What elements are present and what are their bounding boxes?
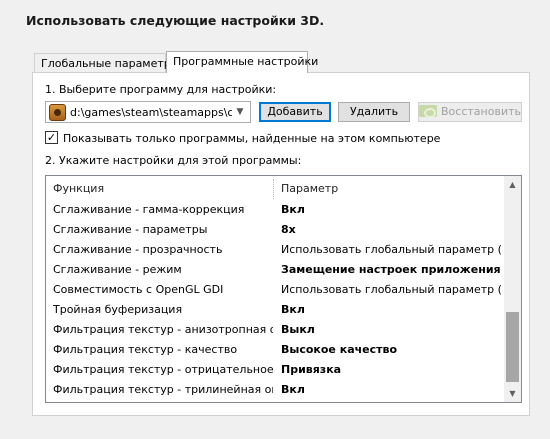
setting-feature: Сглаживание - прозрачность xyxy=(53,243,223,256)
column-divider xyxy=(273,179,274,199)
program-select-value: d:\games\steam\steamapps\co... xyxy=(70,106,232,119)
settings-list-header: Функция Параметр xyxy=(46,179,506,199)
setting-feature: Сглаживание - параметры xyxy=(53,223,208,236)
tab-program-settings[interactable]: Программные настройки xyxy=(166,51,318,73)
scroll-down-icon[interactable]: ▼ xyxy=(504,385,521,402)
setting-value[interactable]: Вкл xyxy=(281,203,501,216)
setting-value[interactable]: Высокое качество xyxy=(281,343,501,356)
program-settings-panel: 1. Выберите программу для настройки: d:\… xyxy=(32,72,530,416)
setting-value[interactable]: Использовать глобальный параметр (А... xyxy=(281,283,501,296)
setting-value[interactable]: Привязка xyxy=(281,363,501,376)
setting-value[interactable]: Выкл xyxy=(281,323,501,336)
setting-value[interactable]: Использовать глобальный параметр (В... xyxy=(281,243,501,256)
table-row[interactable]: Сглаживание - параметры 8x xyxy=(46,220,506,240)
restore-button-label: Восстановить xyxy=(441,105,521,118)
setting-value[interactable]: Вкл xyxy=(281,303,501,316)
program-settings-label: 2. Укажите настройки для этой программы: xyxy=(45,154,302,167)
setting-feature: Фильтрация текстур - анизотропная оп... xyxy=(53,323,273,336)
setting-feature: Сглаживание - режим xyxy=(53,263,182,276)
add-button[interactable]: Добавить xyxy=(259,102,331,122)
column-header-feature[interactable]: Функция xyxy=(53,182,273,195)
chevron-down-icon[interactable]: ▼ xyxy=(233,105,247,119)
page-heading: Использовать следующие настройки 3D. xyxy=(26,13,325,28)
remove-button[interactable]: Удалить xyxy=(338,102,410,122)
nvidia-icon xyxy=(419,105,438,118)
setting-feature: Тройная буферизация xyxy=(53,303,183,316)
table-row[interactable]: Фильтрация текстур - трилинейная опт... В… xyxy=(46,380,506,400)
setting-feature: Фильтрация текстур - качество xyxy=(53,343,238,356)
scroll-up-icon[interactable]: ▲ xyxy=(504,176,521,193)
table-row[interactable]: Фильтрация текстур - отрицательное о... П… xyxy=(46,360,506,380)
setting-feature: Фильтрация текстур - отрицательное о... xyxy=(53,363,273,376)
game-icon xyxy=(49,104,66,121)
column-header-value[interactable]: Параметр xyxy=(281,182,501,195)
setting-value[interactable]: Замещение настроек приложения xyxy=(281,263,501,276)
program-select[interactable]: d:\games\steam\steamapps\co... ▼ xyxy=(45,101,251,123)
setting-feature: Сглаживание - гамма-коррекция xyxy=(53,203,245,216)
tab-global-settings[interactable]: Глобальные параметры xyxy=(34,53,179,73)
setting-feature: Фильтрация текстур - трилинейная опт... xyxy=(53,383,273,396)
table-row[interactable]: Тройная буферизация Вкл xyxy=(46,300,506,320)
select-program-label: 1. Выберите программу для настройки: xyxy=(45,83,277,96)
table-row[interactable]: Совместимость с OpenGL GDI Использовать г… xyxy=(46,280,506,300)
vertical-scrollbar[interactable]: ▲ ▼ xyxy=(504,176,521,402)
table-row[interactable]: Фильтрация текстур - анизотропная оп... В… xyxy=(46,320,506,340)
show-found-programs-label: Показывать только программы, найденные н… xyxy=(63,132,441,145)
table-row[interactable]: Сглаживание - режим Замещение настроек пр… xyxy=(46,260,506,280)
setting-feature: Совместимость с OpenGL GDI xyxy=(53,283,224,296)
setting-value[interactable]: 8x xyxy=(281,223,501,236)
settings-list[interactable]: Функция Параметр Сглаживание - гамма-кор… xyxy=(45,175,522,403)
scrollbar-thumb[interactable] xyxy=(506,312,519,382)
setting-value[interactable]: Вкл xyxy=(281,383,501,396)
table-row[interactable]: Сглаживание - прозрачность Использовать г… xyxy=(46,240,506,260)
restore-button[interactable]: Восстановить xyxy=(418,102,522,122)
show-found-programs-checkbox[interactable]: ✓ xyxy=(45,131,58,144)
table-row[interactable]: Фильтрация текстур - качество Высокое кач… xyxy=(46,340,506,360)
table-row[interactable]: Сглаживание - гамма-коррекция Вкл xyxy=(46,200,506,220)
